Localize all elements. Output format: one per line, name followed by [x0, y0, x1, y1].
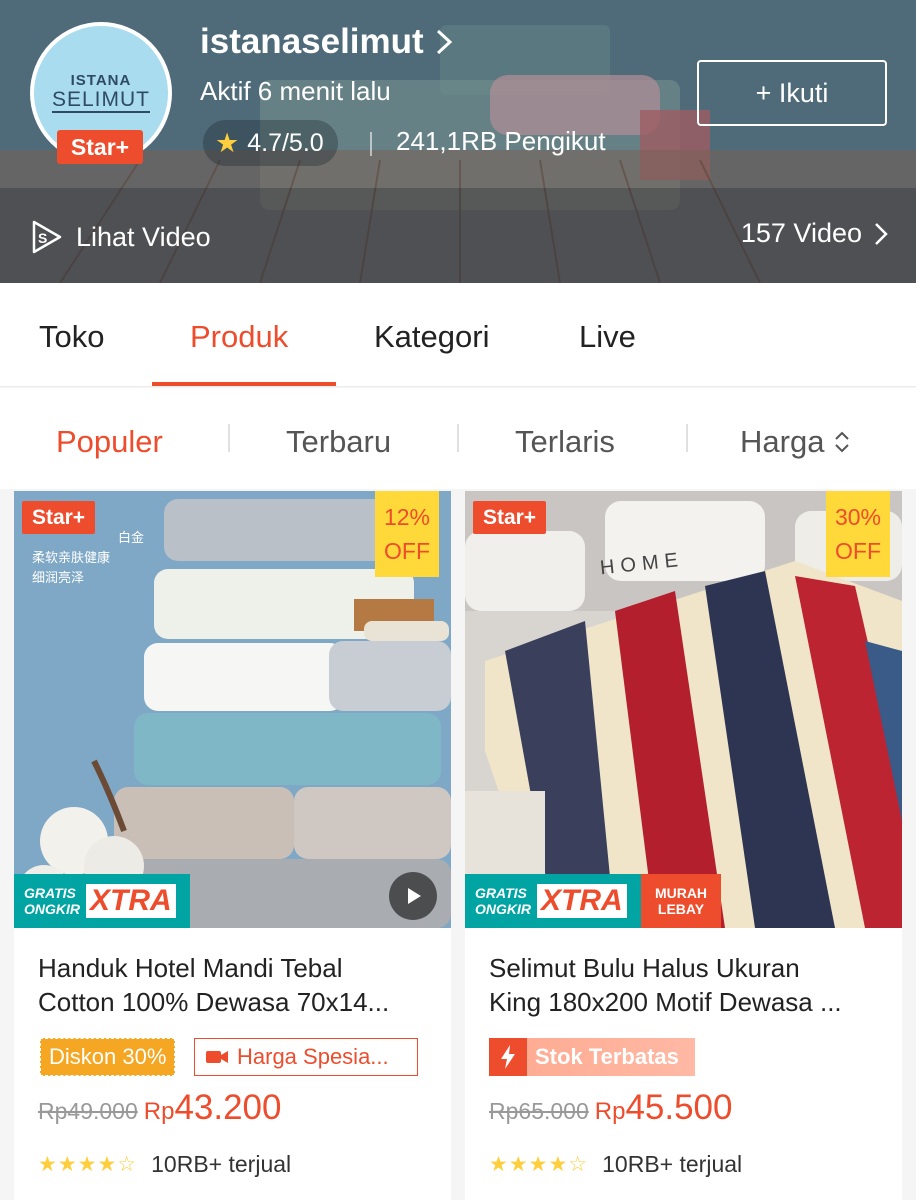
- divider: [228, 424, 230, 452]
- video-camera-icon: [206, 1051, 228, 1063]
- original-price: Rp65.000: [489, 1098, 589, 1124]
- limited-stock-label: Stok Terbatas: [535, 1044, 679, 1069]
- star-icon: ★: [215, 127, 240, 158]
- active-status: Aktif 6 menit lalu: [200, 76, 391, 106]
- discount-promo-tag: Diskon 30%: [40, 1038, 176, 1076]
- sort-harga-label: Harga: [740, 424, 825, 459]
- lightning-icon: [489, 1038, 527, 1076]
- ongkir-label: ONGKIR: [475, 901, 531, 917]
- shop-logo-line2: SELIMUT: [51, 88, 150, 113]
- product-image[interactable]: HOME Star+ 30% OFF GRATIS ONGKIR XTRA MUR…: [465, 491, 902, 928]
- video-icon: S: [32, 220, 62, 254]
- product-card[interactable]: 白金 柔软亲肤健康 细润亮泽 Star+ 12% OFF GRATIS ONGKI…: [14, 491, 451, 1200]
- gratis-label: GRATIS: [24, 885, 76, 901]
- watch-video-label: Lihat Video: [76, 221, 211, 252]
- sold-count: 10RB+ terjual: [151, 1151, 292, 1177]
- lebay-label: LEBAY: [657, 901, 705, 917]
- star-plus-badge: Star+: [57, 130, 143, 164]
- currency-symbol: Rp: [594, 1098, 626, 1125]
- tab-kategori[interactable]: Kategori: [374, 319, 489, 355]
- play-video-button[interactable]: [389, 872, 437, 920]
- special-price-label: Harga Spesia...: [237, 1044, 389, 1069]
- rating-stars-icon: ★★★★☆: [489, 1153, 589, 1176]
- shop-name: istanaselimut: [200, 22, 424, 61]
- discount-percent: 12%: [383, 504, 431, 530]
- product-title-line2: King 180x200 Motif Dewasa ...: [489, 987, 842, 1017]
- video-count: 157 Video: [740, 218, 862, 248]
- product-title-line2: Cotton 100% Dewasa 70x14...: [38, 987, 390, 1017]
- discount-off-label: OFF: [384, 538, 430, 564]
- sort-terbaru[interactable]: Terbaru: [286, 424, 391, 460]
- shop-tabs: Toko Produk Kategori Live: [0, 283, 916, 387]
- discount-percent: 30%: [834, 504, 882, 530]
- sort-populer[interactable]: Populer: [56, 424, 163, 460]
- current-price: 45.500: [625, 1088, 733, 1127]
- shop-rating: ★ 4.7/5.0: [203, 120, 338, 166]
- original-price: Rp49.000: [38, 1098, 138, 1124]
- rating-row: ★★★★☆ 10RB+ terjual: [489, 1151, 742, 1178]
- shop-logo-line1: ISTANA: [70, 72, 132, 89]
- current-price: 43.200: [174, 1088, 282, 1127]
- active-tab-indicator: [152, 382, 336, 386]
- free-shipping-badge: GRATIS ONGKIR XTRA: [465, 874, 641, 928]
- special-price-tag: Harga Spesia...: [194, 1038, 418, 1076]
- currency-symbol: Rp: [143, 1098, 175, 1125]
- product-card[interactable]: HOME Star+ 30% OFF GRATIS ONGKIR XTRA MUR…: [465, 491, 902, 1200]
- follower-count: 241,1RB Pengikut: [396, 126, 606, 156]
- product-image[interactable]: 白金 柔软亲肤健康 细润亮泽 Star+ 12% OFF GRATIS ONGKI…: [14, 491, 451, 928]
- sort-terlaris[interactable]: Terlaris: [515, 424, 615, 460]
- price-row: Rp65.000 Rp 45.500: [489, 1088, 733, 1128]
- discount-tag: 12% OFF: [375, 491, 439, 577]
- divider: [457, 424, 459, 452]
- product-title[interactable]: Selimut Bulu Halus Ukuran King 180x200 M…: [489, 951, 879, 1019]
- rating-row: ★★★★☆ 10RB+ terjual: [38, 1151, 291, 1178]
- free-shipping-badge: GRATIS ONGKIR XTRA: [14, 874, 190, 928]
- sort-arrows-icon: [835, 431, 850, 453]
- rating-stars-icon: ★★★★☆: [38, 1153, 138, 1176]
- gratis-label: GRATIS: [475, 885, 527, 901]
- image-caption: 白金 柔软亲肤健康 细润亮泽: [32, 529, 145, 589]
- murah-label: MURAH: [654, 885, 708, 901]
- caption-line: 柔软亲肤健康: [32, 551, 111, 566]
- tab-produk[interactable]: Produk: [190, 319, 288, 355]
- tab-live[interactable]: Live: [579, 319, 636, 355]
- discount-off-label: OFF: [835, 538, 881, 564]
- video-count-link[interactable]: 157 Video: [741, 218, 890, 249]
- discount-tag: 30% OFF: [826, 491, 890, 577]
- shop-header: ISTANA SELIMUT Star+ istanaselimut Aktif…: [0, 0, 916, 283]
- murah-lebay-badge: MURAH LEBAY: [641, 874, 721, 928]
- star-plus-tag: Star+: [473, 501, 546, 534]
- product-title-line1: Handuk Hotel Mandi Tebal: [38, 953, 343, 983]
- divider: [370, 132, 372, 156]
- star-plus-tag: Star+: [22, 501, 95, 534]
- svg-text:S: S: [38, 230, 47, 246]
- caption-line: 白金: [118, 531, 145, 546]
- divider: [686, 424, 688, 452]
- xtra-label: XTRA: [86, 884, 176, 918]
- xtra-label: XTRA: [537, 884, 627, 918]
- price-row: Rp49.000 Rp 43.200: [38, 1088, 282, 1128]
- product-title-line1: Selimut Bulu Halus Ukuran: [489, 953, 800, 983]
- sort-harga[interactable]: Harga: [740, 424, 852, 460]
- limited-stock-tag: Stok Terbatas: [489, 1038, 695, 1076]
- watch-video-link[interactable]: S Lihat Video: [28, 218, 211, 256]
- chevron-right-icon: [875, 222, 888, 245]
- follow-button[interactable]: + Ikuti: [697, 60, 887, 126]
- sort-bar: Populer Terbaru Terlaris Harga: [0, 388, 916, 489]
- play-icon: [408, 888, 421, 904]
- tab-toko[interactable]: Toko: [39, 319, 104, 355]
- shop-name-link[interactable]: istanaselimut: [200, 22, 454, 62]
- shop-rating-value: 4.7/5.0: [247, 128, 324, 157]
- product-title[interactable]: Handuk Hotel Mandi Tebal Cotton 100% Dew…: [38, 951, 428, 1019]
- sold-count: 10RB+ terjual: [602, 1151, 743, 1177]
- chevron-right-icon: [436, 29, 452, 55]
- ongkir-label: ONGKIR: [24, 901, 80, 917]
- caption-line: 细润亮泽: [32, 571, 85, 586]
